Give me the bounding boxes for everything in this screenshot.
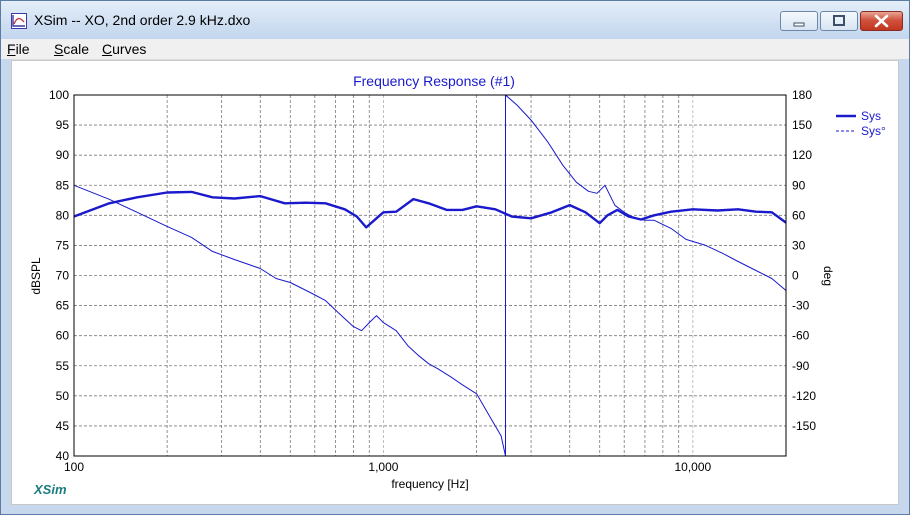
menu-scale[interactable]: Scale bbox=[54, 41, 89, 57]
xsim-brand-label: XSim bbox=[33, 482, 67, 497]
y-tick-label: 100 bbox=[49, 88, 69, 102]
legend-label-sys-phase: Sys° bbox=[861, 124, 886, 138]
frequency-response-chart[interactable]: 404550556065707580859095100 1801501209060… bbox=[12, 61, 900, 506]
y2-tick-label: 0 bbox=[792, 269, 799, 283]
menu-scale-mnemonic: S bbox=[54, 41, 64, 57]
y2-tick-label: 180 bbox=[792, 88, 812, 102]
menu-bar: File Scale Curves bbox=[1, 39, 909, 60]
series-line-sys bbox=[73, 190, 787, 229]
y2-tick-label: 90 bbox=[792, 178, 806, 192]
close-icon bbox=[874, 14, 889, 28]
title-bar[interactable]: XSim -- XO, 2nd order 2.9 kHz.dxo bbox=[1, 1, 909, 39]
menu-file-mnemonic: F bbox=[7, 41, 16, 57]
y2-axis-label: deg bbox=[821, 266, 835, 286]
y-tick-label: 45 bbox=[56, 419, 70, 433]
window-frame-right bbox=[899, 59, 909, 505]
menu-file[interactable]: File bbox=[7, 41, 30, 57]
y-tick-label: 60 bbox=[56, 329, 70, 343]
grid-layer bbox=[74, 95, 786, 456]
y-tick-label: 75 bbox=[56, 238, 70, 252]
y-tick-label: 85 bbox=[56, 178, 70, 192]
y2-tick-label: -120 bbox=[792, 389, 816, 403]
menu-curves-mnemonic: C bbox=[102, 41, 113, 57]
menu-file-label: ile bbox=[15, 41, 30, 57]
x-tick-label: 10,000 bbox=[675, 460, 712, 474]
x-tick-label: 1,000 bbox=[368, 460, 398, 474]
app-window: XSim -- XO, 2nd order 2.9 kHz.dxo File S… bbox=[0, 0, 910, 515]
window-frame-left bbox=[1, 59, 11, 505]
legend[interactable]: Sys Sys° bbox=[836, 109, 886, 138]
y2-tick-label: -90 bbox=[792, 359, 810, 373]
menu-curves-label: urves bbox=[112, 41, 147, 57]
maximize-button[interactable] bbox=[820, 11, 858, 31]
y-axis-label: dBSPL bbox=[29, 257, 43, 295]
minimize-icon bbox=[793, 22, 805, 27]
menu-curves[interactable]: Curves bbox=[102, 41, 146, 57]
y2-tick-label: -150 bbox=[792, 419, 816, 433]
window-frame-bottom bbox=[1, 505, 909, 514]
xsim-app-icon bbox=[11, 13, 27, 29]
y2-tick-label: -60 bbox=[792, 329, 810, 343]
y2-tick-label: 30 bbox=[792, 238, 806, 252]
y-tick-label: 50 bbox=[56, 389, 70, 403]
y2-tick-label: 150 bbox=[792, 118, 812, 132]
y2-tick-label: -30 bbox=[792, 299, 810, 313]
y2-tick-label: 120 bbox=[792, 148, 812, 162]
menu-scale-label: cale bbox=[63, 41, 90, 57]
y-tick-label: 90 bbox=[56, 148, 70, 162]
chart-panel: 40 45 50 55 60 65 70 75 80 85 90 95 100 180 150 120 90 60… bbox=[11, 60, 899, 505]
close-button[interactable] bbox=[860, 11, 903, 31]
y-tick-label: 95 bbox=[56, 118, 70, 132]
x-axis-label: frequency [Hz] bbox=[391, 477, 468, 491]
y2-tick-label: 60 bbox=[792, 208, 806, 222]
y-tick-label: 65 bbox=[56, 299, 70, 313]
chart-title: Frequency Response (#1) bbox=[353, 73, 515, 89]
y-tick-label: 55 bbox=[56, 359, 70, 373]
x-tick-label: 100 bbox=[64, 460, 84, 474]
y-tick-label: 80 bbox=[56, 208, 70, 222]
y-tick-label: 70 bbox=[56, 269, 70, 283]
minimize-button[interactable] bbox=[780, 11, 818, 31]
axis-layer: 404550556065707580859095100 1801501209060… bbox=[49, 88, 816, 474]
window-title: XSim -- XO, 2nd order 2.9 kHz.dxo bbox=[34, 12, 251, 28]
legend-label-sys: Sys bbox=[861, 109, 881, 123]
maximize-icon bbox=[833, 15, 845, 26]
